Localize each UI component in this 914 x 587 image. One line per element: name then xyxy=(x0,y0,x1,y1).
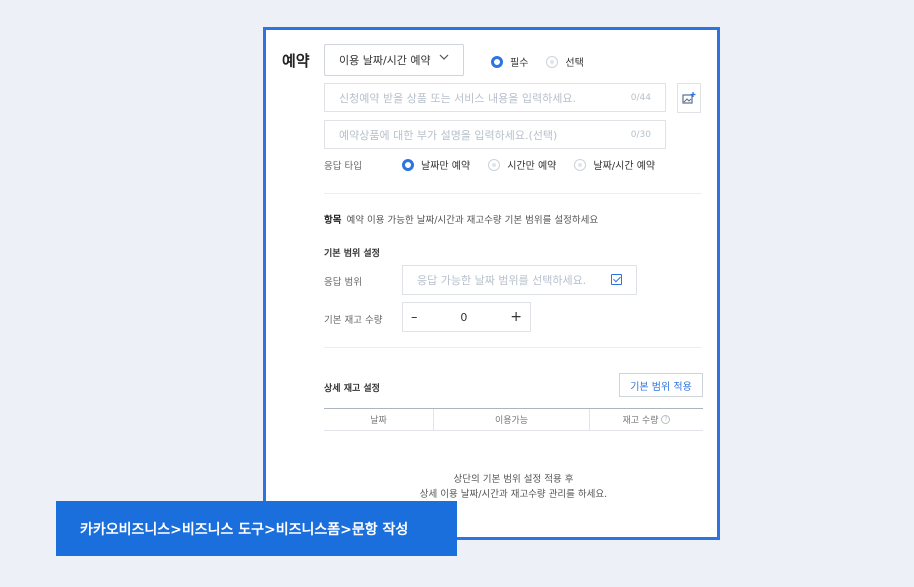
stock-empty-message: 상단의 기본 범위 설정 적용 후 상세 이용 날짜/시간과 재고수량 관리를 … xyxy=(419,474,608,500)
date-range-placeholder: 응답 가능한 날짜 범위를 선택하세요. xyxy=(417,274,587,287)
detail-stock-title: 상세 재고 설정 xyxy=(324,384,380,394)
radio-selected-icon xyxy=(491,55,503,68)
radio-date-only[interactable]: 날짜만 예약 xyxy=(402,157,470,172)
radio-unselected-icon xyxy=(488,158,501,171)
item-title: 항목 xyxy=(324,215,342,226)
reservation-question-panel: 예약 이용 날짜/시간 예약 필수 선택 신청예약 받을 상품 또는 서비스 내… xyxy=(263,27,720,540)
chevron-down-icon xyxy=(439,53,449,64)
description-input[interactable]: 예약상품에 대한 부가 설명을 입력하세요.(선택) 0/30 xyxy=(324,120,666,149)
radio-selected-icon xyxy=(402,158,414,171)
stock-value[interactable]: 0 xyxy=(460,311,467,324)
plus-icon[interactable]: + xyxy=(510,309,522,325)
range-label: 응답 범위 xyxy=(324,277,362,288)
add-image-button[interactable] xyxy=(677,83,701,113)
stock-quantity-stepper: – 0 + xyxy=(402,302,531,332)
basic-range-title: 기본 범위 설정 xyxy=(324,249,380,259)
apply-basic-range-button[interactable]: 기본 범위 적용 xyxy=(619,373,703,397)
radio-time-only[interactable]: 시간만 예약 xyxy=(488,157,556,172)
required-radio-group: 필수 선택 xyxy=(491,54,602,69)
item-description: 예약 이용 가능한 날짜/시간과 재고수량 기본 범위를 설정하세요 xyxy=(346,215,599,226)
product-char-count: 0/44 xyxy=(630,92,651,103)
product-input[interactable]: 신청예약 받을 상품 또는 서비스 내용을 입력하세요. 0/44 xyxy=(324,83,666,112)
date-range-input[interactable]: 응답 가능한 날짜 범위를 선택하세요. xyxy=(402,265,637,295)
section-title: 예약 xyxy=(282,52,310,70)
add-image-icon xyxy=(682,92,696,104)
radio-date-time[interactable]: 날짜/시간 예약 xyxy=(574,157,655,172)
response-type-label: 응답 타입 xyxy=(324,161,362,172)
radio-unselected-icon xyxy=(574,158,587,171)
divider xyxy=(324,193,702,194)
item-section-header: 항목 예약 이용 가능한 날짜/시간과 재고수량 기본 범위를 설정하세요 xyxy=(324,212,598,226)
response-type-radio-group: 날짜만 예약 시간만 예약 날짜/시간 예약 xyxy=(402,157,673,172)
stock-label: 기본 재고 수량 xyxy=(324,315,383,326)
minus-icon[interactable]: – xyxy=(411,310,418,325)
column-stock: 재고 수량? xyxy=(590,409,703,430)
help-icon[interactable]: ? xyxy=(661,415,671,424)
description-char-count: 0/30 xyxy=(630,129,651,140)
column-available: 이용가능 xyxy=(434,409,590,430)
dropdown-value: 이용 날짜/시간 예약 xyxy=(339,54,431,67)
divider xyxy=(324,347,702,348)
breadcrumb-caption: 카카오비즈니스>비즈니스 도구>비즈니스폼>문항 작성 xyxy=(56,501,457,556)
product-input-placeholder: 신청예약 받을 상품 또는 서비스 내용을 입력하세요. xyxy=(339,91,576,105)
radio-unselected-icon xyxy=(546,55,559,68)
stock-table-header: 날짜 이용가능 재고 수량? xyxy=(324,408,703,431)
column-date: 날짜 xyxy=(324,409,434,430)
description-input-placeholder: 예약상품에 대한 부가 설명을 입력하세요.(선택) xyxy=(339,128,558,142)
radio-required[interactable]: 필수 xyxy=(491,54,528,69)
radio-optional[interactable]: 선택 xyxy=(546,54,584,69)
checkbox-icon xyxy=(611,274,622,285)
reservation-type-dropdown[interactable]: 이용 날짜/시간 예약 xyxy=(324,44,464,76)
